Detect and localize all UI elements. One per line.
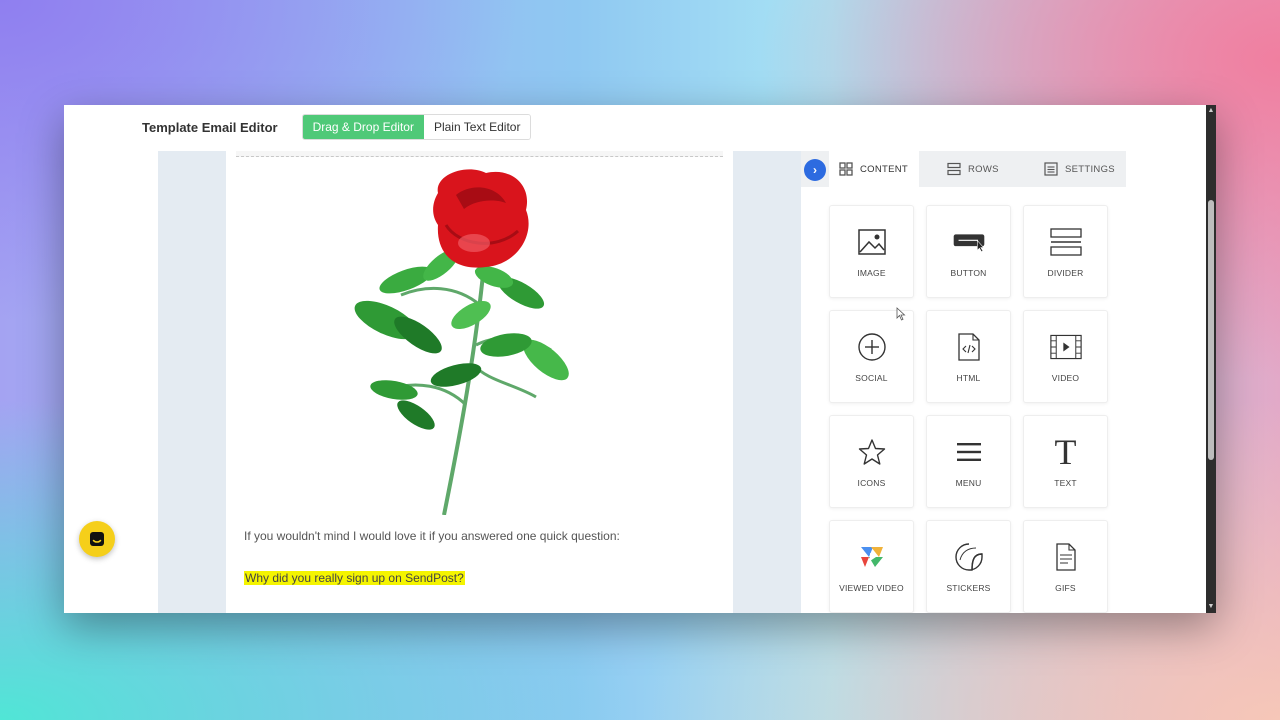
- settings-icon: [1044, 162, 1058, 176]
- block-social-label: SOCIAL: [855, 373, 888, 383]
- tab-content[interactable]: CONTENT: [829, 151, 919, 187]
- editor-mode-switch: Drag & Drop Editor Plain Text Editor: [301, 114, 532, 140]
- block-text[interactable]: T TEXT: [1023, 415, 1108, 508]
- collapse-sidebar-button[interactable]: ›: [804, 159, 826, 181]
- block-text-label: TEXT: [1054, 478, 1077, 488]
- gif-file-icon: [1050, 541, 1082, 573]
- block-video[interactable]: VIDEO: [1023, 310, 1108, 403]
- tab-content-label: CONTENT: [860, 163, 909, 175]
- rows-icon: [947, 162, 961, 176]
- star-icon: [856, 436, 888, 468]
- scroll-up-arrow-icon[interactable]: ▲: [1207, 107, 1215, 115]
- mouse-cursor-icon: [896, 307, 906, 321]
- sidebar-tabs: CONTENT ROWS SETTINGS ›: [801, 151, 1126, 187]
- block-menu-label: MENU: [955, 478, 982, 488]
- block-button-label: BUTTON: [950, 268, 987, 278]
- sticker-icon: [953, 541, 985, 573]
- divider-icon: [1049, 226, 1082, 258]
- drag-drop-editor-button[interactable]: Drag & Drop Editor: [302, 115, 424, 139]
- image-icon: [856, 226, 888, 258]
- block-html-label: HTML: [956, 373, 981, 383]
- block-html[interactable]: HTML: [926, 310, 1011, 403]
- block-video-label: VIDEO: [1051, 373, 1080, 383]
- block-divider[interactable]: DIVIDER: [1023, 205, 1108, 298]
- block-button[interactable]: BUTTON: [926, 205, 1011, 298]
- block-stickers[interactable]: STICKERS: [926, 520, 1011, 613]
- chat-widget-button[interactable]: [79, 521, 115, 557]
- block-divider-label: DIVIDER: [1047, 268, 1084, 278]
- email-body[interactable]: If you wouldn't mind I would love it if …: [226, 151, 733, 613]
- block-stickers-label: STICKERS: [946, 583, 991, 593]
- block-icons-label: ICONS: [857, 478, 886, 488]
- tab-settings-label: SETTINGS: [1065, 163, 1115, 175]
- highlighted-question[interactable]: Why did you really sign up on SendPost?: [244, 571, 465, 585]
- block-menu[interactable]: MENU: [926, 415, 1011, 508]
- scroll-down-arrow-icon[interactable]: ▼: [1207, 603, 1215, 611]
- row-drop-guide: [236, 151, 723, 157]
- button-icon: [953, 226, 985, 258]
- block-image[interactable]: IMAGE: [829, 205, 914, 298]
- editor-title: Template Email Editor: [142, 119, 278, 135]
- block-image-label: IMAGE: [857, 268, 886, 278]
- scrollbar-thumb[interactable]: [1208, 200, 1214, 460]
- content-sidebar: CONTENT ROWS SETTINGS › IMAGE BUTTON DIV…: [801, 151, 1126, 613]
- film-icon: [1049, 331, 1082, 363]
- email-paragraph[interactable]: If you wouldn't mind I would love it if …: [244, 529, 620, 543]
- block-icons[interactable]: ICONS: [829, 415, 914, 508]
- block-viewed-video-label: VIEWED VIDEO: [839, 583, 904, 593]
- email-canvas-area: If you wouldn't mind I would love it if …: [142, 151, 802, 613]
- html-file-icon: [953, 331, 985, 363]
- tab-rows[interactable]: ROWS: [947, 151, 999, 187]
- viewed-video-icon: [856, 541, 888, 573]
- tab-settings[interactable]: SETTINGS: [1044, 151, 1115, 187]
- rose-image[interactable]: [346, 165, 616, 515]
- menu-icon: [953, 436, 985, 468]
- text-t-icon: T: [1054, 432, 1077, 472]
- content-blocks-grid: IMAGE BUTTON DIVIDER SOCIAL HTML VIDEO I…: [829, 205, 1111, 613]
- editor-window: Template Email Editor Drag & Drop Editor…: [64, 105, 1216, 613]
- plus-circle-icon: [856, 331, 888, 363]
- block-viewed-video[interactable]: VIEWED VIDEO: [829, 520, 914, 613]
- grid-icon: [839, 162, 853, 176]
- plain-text-editor-button[interactable]: Plain Text Editor: [423, 115, 531, 139]
- block-social[interactable]: SOCIAL: [829, 310, 914, 403]
- block-gifs-label: GIFS: [1055, 583, 1076, 593]
- tab-rows-label: ROWS: [968, 163, 999, 175]
- block-gifs[interactable]: GIFS: [1023, 520, 1108, 613]
- editor-toolbar: Template Email Editor Drag & Drop Editor…: [142, 114, 532, 140]
- chat-icon: [90, 532, 104, 546]
- window-scrollbar[interactable]: ▲ ▼: [1206, 105, 1216, 613]
